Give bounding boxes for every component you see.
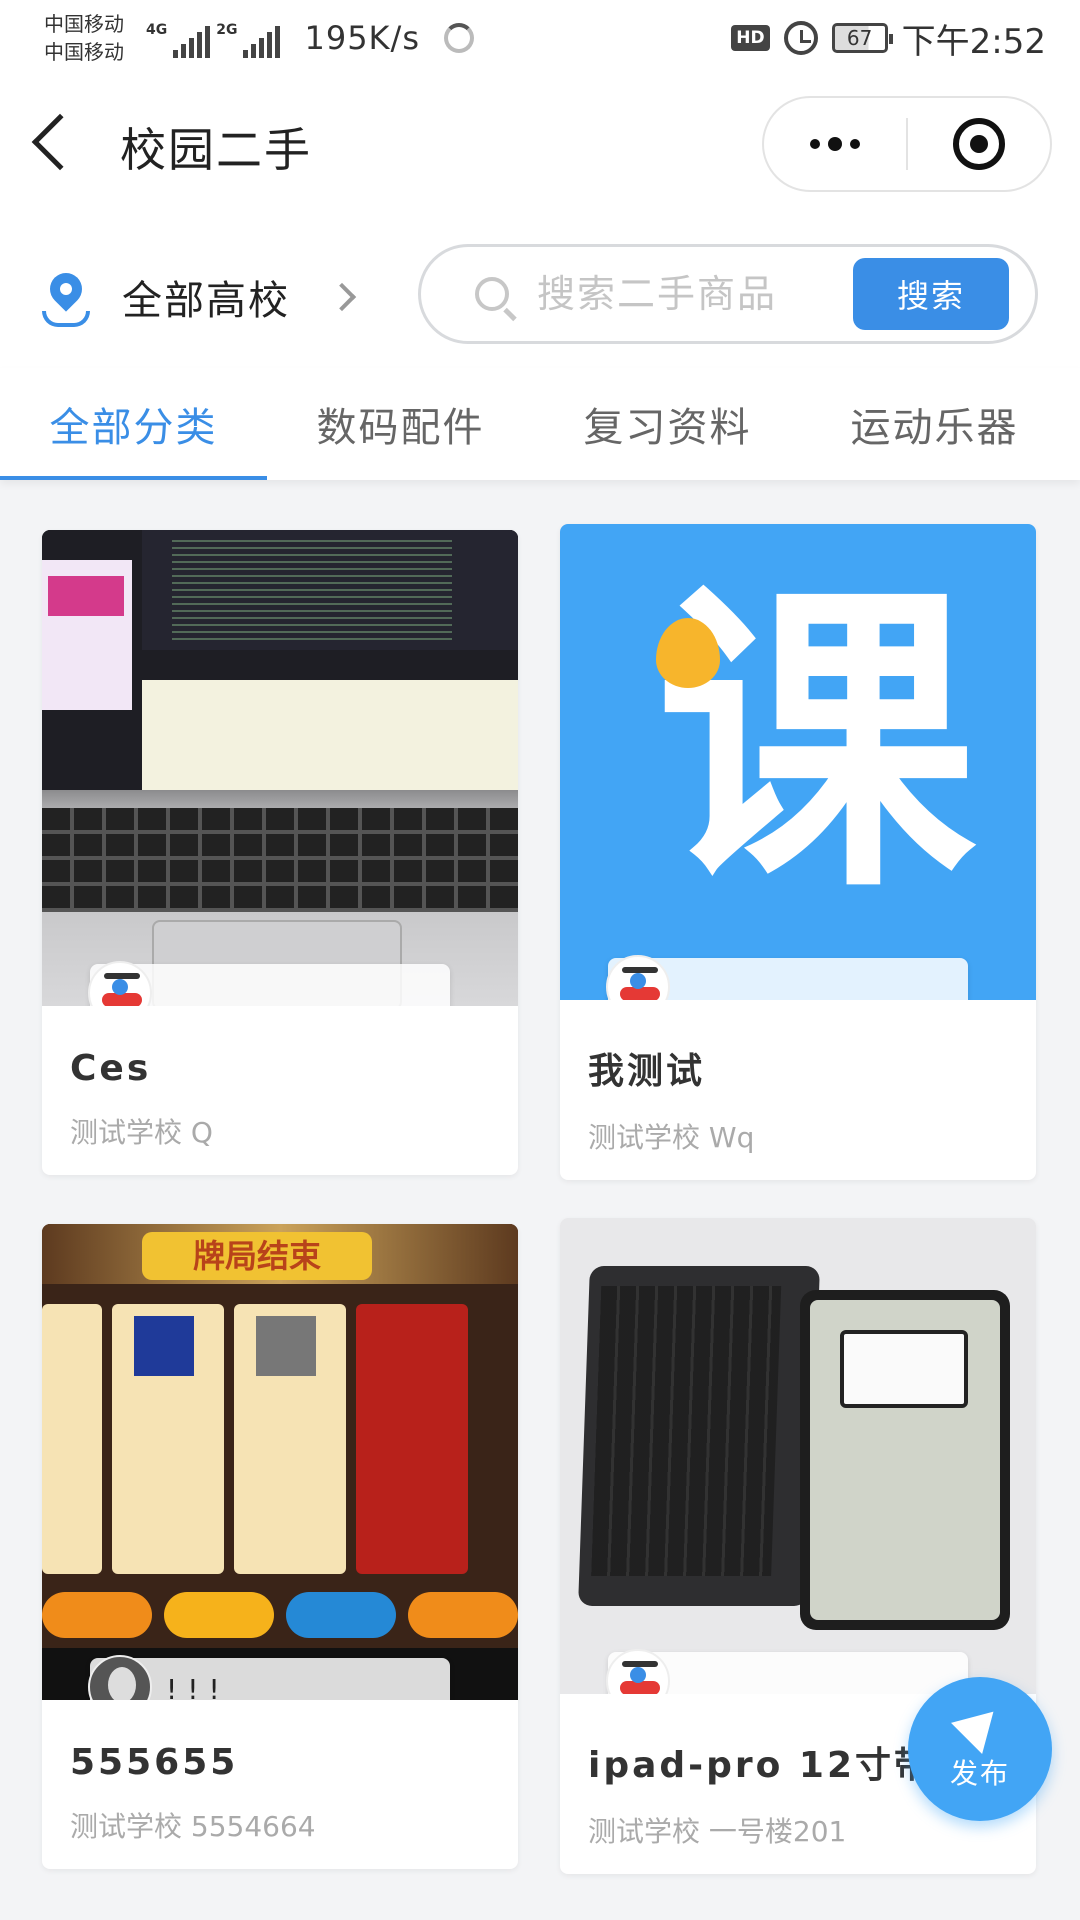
carrier-1: 中国移动 [44,12,124,36]
tab-study-materials[interactable]: 复习资料 [534,368,801,480]
network-type-1: 4G [146,22,168,38]
product-card[interactable]: Ces 测试学校 Q [42,530,518,1175]
loading-icon [443,23,474,53]
product-location: 测试学校 Wq [588,1121,755,1154]
back-arrow-icon[interactable] [31,113,89,171]
seller-bar: !!! [88,1655,450,1701]
product-title: 555655 [70,1742,239,1783]
status-bar: 中国移动 中国移动 4G 2G 195K/s HD 67 下午2:52 [0,0,1080,76]
product-title: 我测试 [588,1051,706,1092]
school-selector-label: 全部高校 [122,278,290,324]
miniprogram-capsule [762,96,1052,192]
network-speed: 195K/s [304,19,420,57]
location-pin-icon [42,266,90,327]
clock: 下午2:52 [901,21,1046,62]
search-input[interactable] [537,272,827,316]
carrier-names: 中国移动 中国移动 [44,10,140,66]
tab-sports-instruments[interactable]: 运动乐器 [801,368,1068,480]
battery-level: 67 [846,26,873,50]
product-image: 课 [560,524,1036,1000]
search-button[interactable]: 搜索 [853,258,1009,330]
school-selector[interactable]: 全部高校 [42,266,357,327]
carrier-2: 中国移动 [44,40,124,64]
tab-digital[interactable]: 数码配件 [267,368,534,480]
more-menu-button[interactable] [764,98,906,190]
product-image [42,530,518,1006]
product-image [560,1218,1036,1694]
avatar [88,961,152,1006]
publish-label: 发布 [949,1757,1010,1790]
target-icon [953,118,1005,170]
game-banner: 牌局结束 [142,1232,372,1280]
hd-icon: HD [731,25,770,51]
navigation-bar: 校园二手 [0,76,1080,216]
publish-button[interactable]: 发布 [908,1677,1052,1821]
signal-icon-1: 4G [146,18,211,58]
seller-bar [88,961,450,1006]
chevron-right-icon [327,282,357,312]
page-title: 校园二手 [120,123,312,177]
avatar [88,1655,152,1700]
avatar [606,955,670,1000]
dot-icon [850,139,860,149]
seller-note: !!! [166,1672,230,1701]
alarm-icon [783,21,818,55]
product-location: 测试学校 一号楼201 [588,1815,847,1848]
product-location: 测试学校 Q [70,1116,213,1149]
seller-bar [606,955,968,1000]
product-image: 牌局结束 !!! [42,1224,518,1700]
product-card[interactable]: 课 我测试 测试学校 Wq [560,524,1036,1180]
product-location: 测试学校 5554664 [70,1810,316,1843]
product-title: Ces [70,1048,152,1089]
dot-icon [828,137,842,151]
filter-bar: 全部高校 搜索 [0,216,1080,368]
seller-bar [606,1649,968,1694]
network-type-2: 2G [216,22,238,38]
signal-icon-2: 2G [216,18,281,58]
dot-icon [810,139,820,149]
category-tabs: 全部分类 数码配件 复习资料 运动乐器 [0,368,1080,480]
search-box: 搜索 [418,244,1038,344]
product-card[interactable]: 牌局结束 !!! 555655 测试学校 5554664 [42,1224,518,1869]
paper-plane-icon [951,1696,1009,1754]
search-icon [475,277,509,311]
close-miniprogram-button[interactable] [908,118,1050,170]
avatar [606,1649,670,1694]
tab-all[interactable]: 全部分类 [0,368,267,480]
battery-icon: 67 [831,23,893,53]
